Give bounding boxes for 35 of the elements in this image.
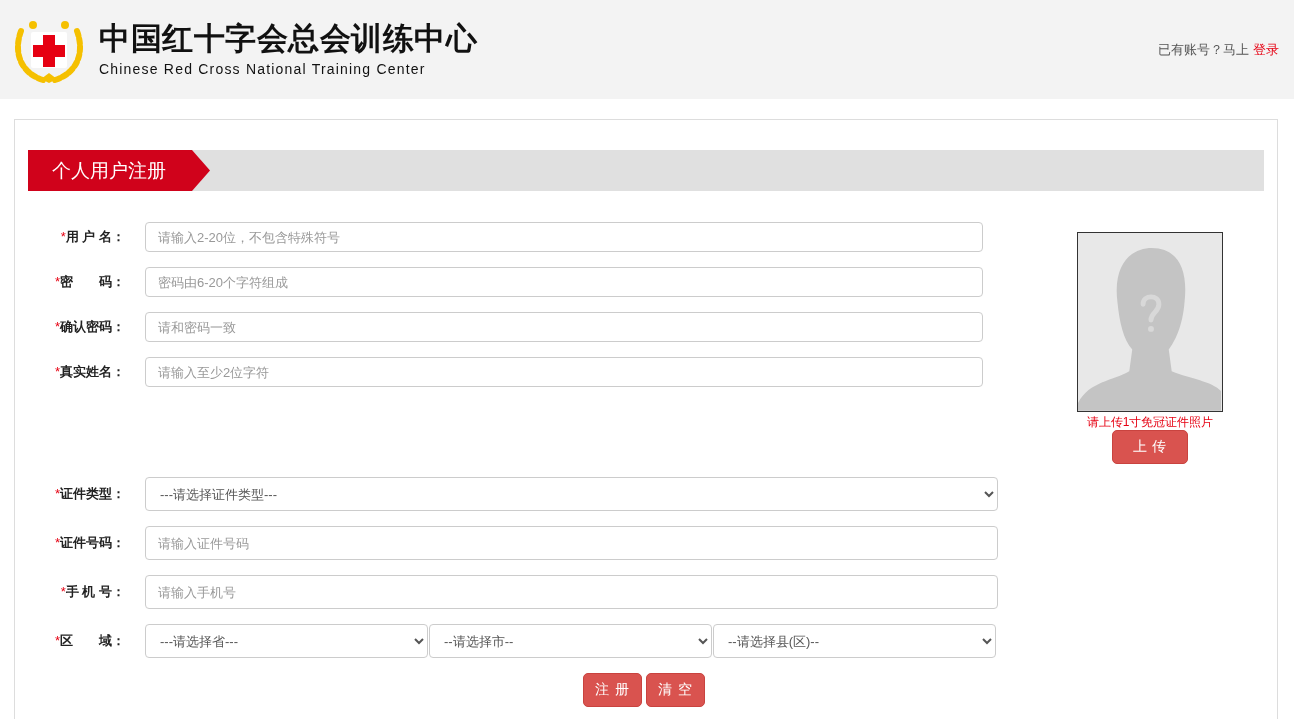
photo-hint: 请上传1寸免冠证件照片 — [1086, 414, 1214, 430]
required-mark: * — [54, 364, 60, 379]
field-label: 用 户 名： — [65, 229, 125, 244]
field-label: 密 码： — [60, 274, 125, 289]
required-mark: * — [60, 584, 66, 599]
section-title: 个人用户注册 — [28, 150, 210, 191]
field-label: 真实姓名： — [60, 364, 125, 379]
required-mark: * — [54, 535, 60, 550]
field-label: 证件号码： — [60, 535, 125, 550]
dropdown[interactable]: --请选择市-- — [429, 624, 712, 658]
logo-title: 中国红十字会总会训练中心 — [99, 21, 477, 57]
field-label: 手 机 号： — [65, 584, 125, 599]
clear-button[interactable]: 清 空 — [645, 673, 705, 707]
silhouette-icon — [1077, 232, 1223, 412]
text-field[interactable]: 请输入2-20位，不包含特殊符号 — [145, 222, 983, 252]
required-mark: * — [54, 486, 60, 501]
required-mark: * — [54, 633, 60, 648]
text-field[interactable]: 密码由6-20个字符组成 — [145, 267, 983, 297]
required-mark: * — [60, 229, 66, 244]
text-field[interactable]: 请输入手机号 — [145, 575, 998, 609]
field-label: 证件类型： — [60, 486, 125, 501]
field-label: 区 域： — [60, 633, 125, 648]
dropdown[interactable]: ---请选择证件类型--- — [145, 477, 998, 511]
upload-button[interactable]: 上 传 — [1112, 430, 1188, 464]
login-link[interactable]: 登录 — [1253, 40, 1279, 59]
text-field[interactable]: 请输入证件号码 — [145, 526, 998, 560]
required-mark: * — [54, 274, 60, 289]
logo-subtitle: Chinese Red Cross National Training Center — [99, 60, 427, 78]
login-prompt: 已有账号？马上 — [1158, 40, 1249, 59]
register-button[interactable]: 注 册 — [583, 673, 642, 707]
required-mark: * — [54, 319, 60, 334]
dropdown[interactable]: ---请选择省--- — [145, 624, 428, 658]
text-field[interactable]: 请输入至少2位字符 — [145, 357, 983, 387]
field-label: 确认密码： — [60, 319, 125, 334]
dropdown[interactable]: --请选择县(区)-- — [713, 624, 996, 658]
